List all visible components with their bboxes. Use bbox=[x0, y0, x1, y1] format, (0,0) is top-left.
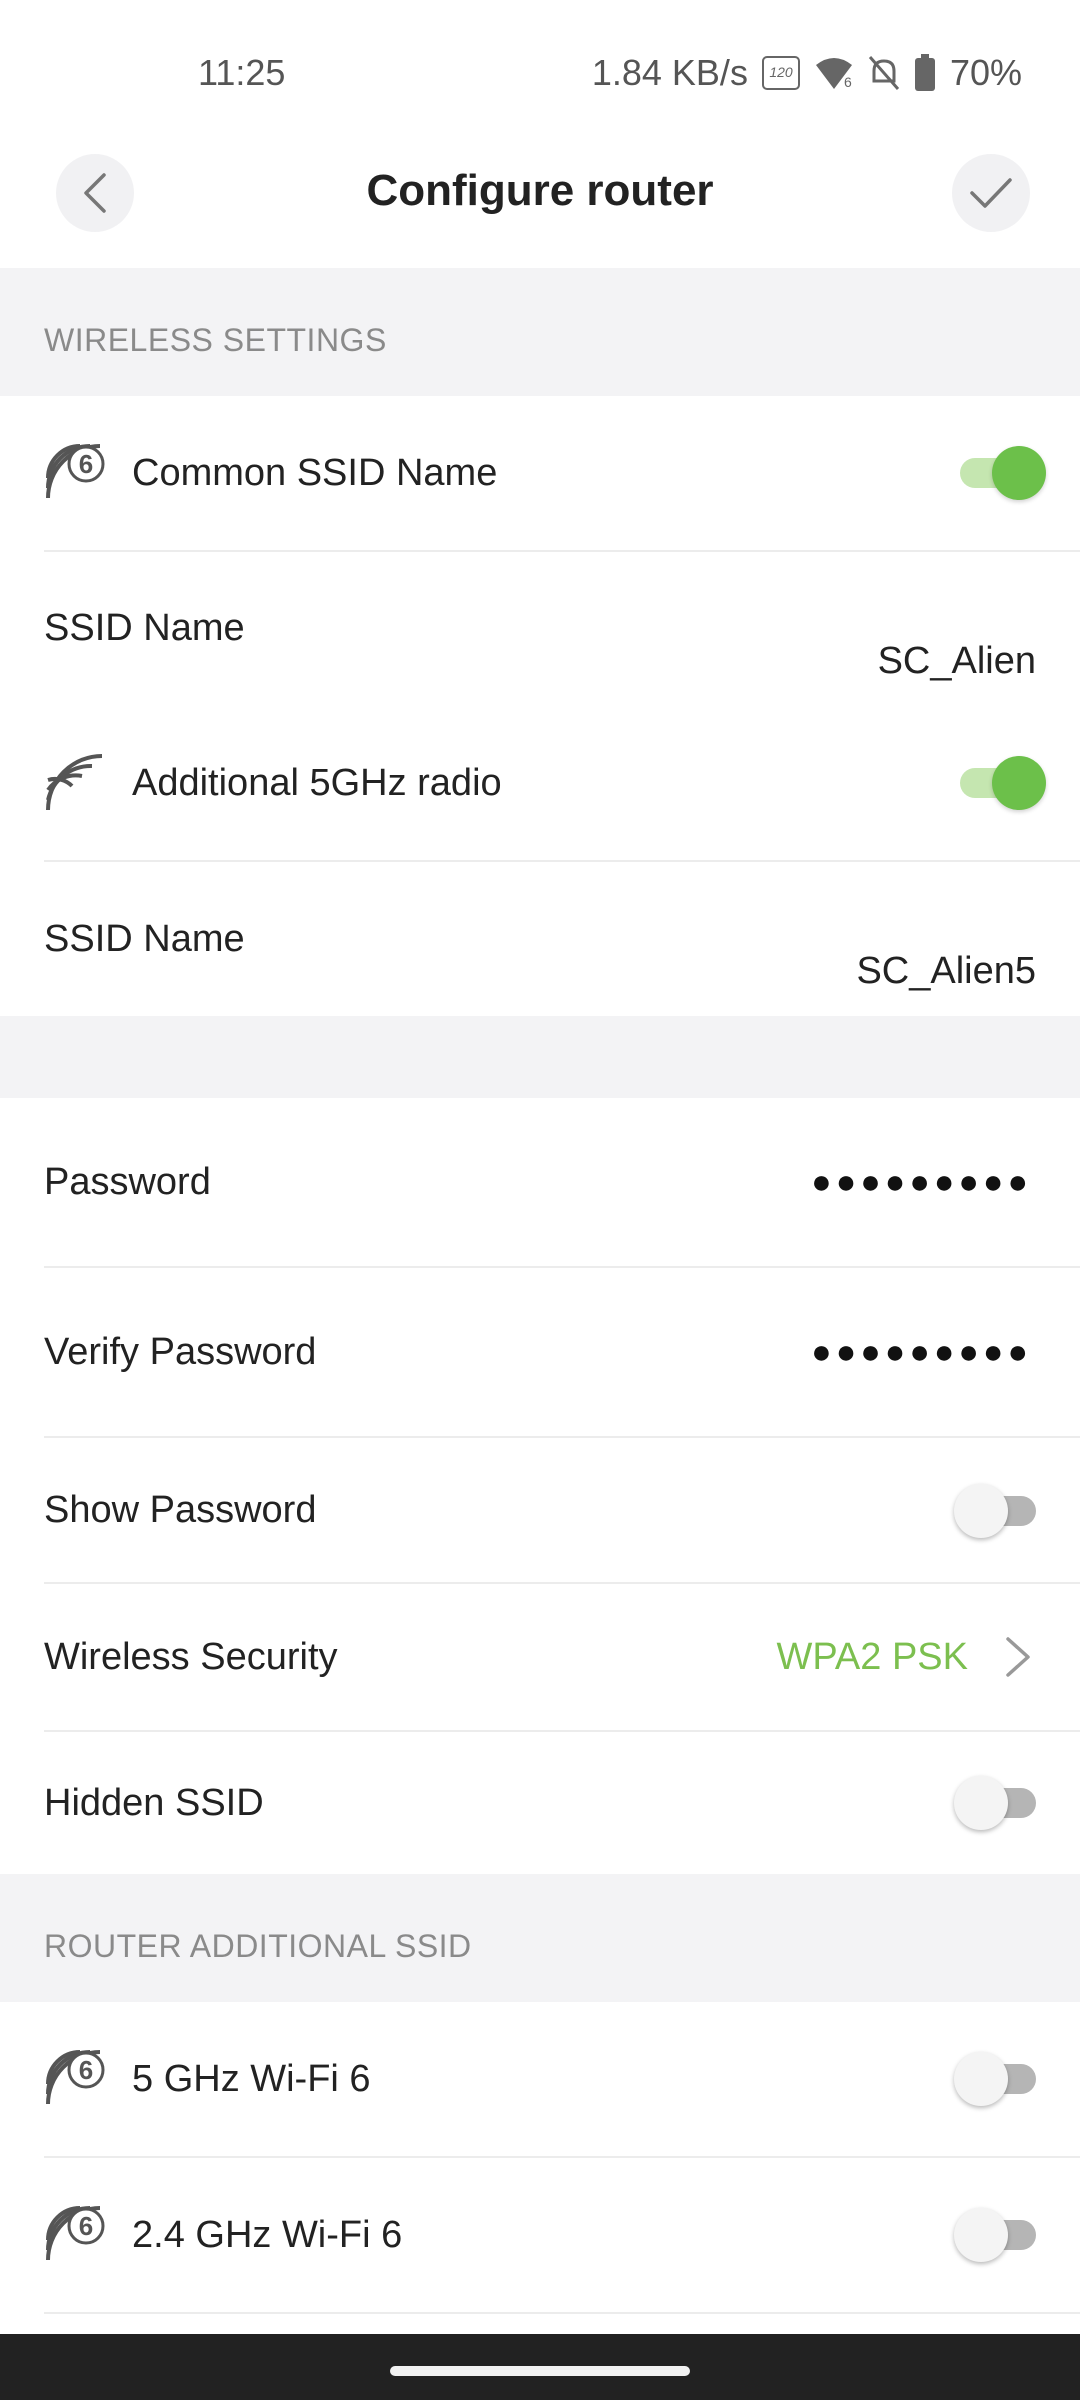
verify-password-field[interactable]: ●●●●●●●●● bbox=[811, 1333, 1032, 1372]
refresh-rate-icon: 120 bbox=[761, 56, 800, 90]
hidden-ssid-toggle[interactable] bbox=[954, 1772, 1046, 1832]
status-indicators: 1.84 KB/s 120 6 70% bbox=[592, 52, 1022, 94]
battery-level: 70% bbox=[949, 52, 1022, 93]
show-password-row: Show Password bbox=[0, 1438, 1080, 1582]
section-header-additional-ssid: ROUTER ADDITIONAL SSID bbox=[0, 1874, 1080, 2002]
additional-5g-row: Additional 5GHz radio bbox=[0, 706, 1080, 860]
section-spacer bbox=[0, 1016, 1080, 1098]
svg-text:6: 6 bbox=[79, 2211, 93, 2241]
section-header-wireless: WIRELESS SETTINGS bbox=[0, 268, 1080, 396]
svg-text:120: 120 bbox=[769, 64, 793, 80]
notifications-off-icon bbox=[868, 55, 900, 91]
show-password-toggle[interactable] bbox=[954, 1480, 1046, 1540]
password-label: Password bbox=[44, 1160, 211, 1203]
password-row[interactable]: Password ●●●●●●●●● bbox=[0, 1098, 1080, 1266]
wireless-settings-card: 6 Common SSID Name SSID Name SC_Alien Ad… bbox=[0, 396, 1080, 1016]
app-bar: Configure router bbox=[0, 120, 1080, 268]
ssid-name-value[interactable]: SC_Alien bbox=[878, 640, 1036, 683]
wifi6-5g-row: 6 5 GHz Wi-Fi 6 bbox=[0, 2002, 1080, 2156]
ssid5-name-label: SSID Name bbox=[44, 917, 245, 960]
wifi6-24g-toggle[interactable] bbox=[954, 2204, 1046, 2264]
network-speed: 1.84 KB/s bbox=[591, 52, 748, 93]
battery-icon bbox=[914, 54, 936, 92]
verify-password-label: Verify Password bbox=[44, 1330, 317, 1373]
system-navigation-bar bbox=[0, 2334, 1080, 2400]
ssid5-name-row[interactable]: SSID Name SC_Alien5 bbox=[0, 862, 1080, 1016]
save-button[interactable] bbox=[952, 154, 1030, 232]
status-time: 11:25 bbox=[198, 52, 286, 93]
page-title: Configure router bbox=[366, 166, 714, 215]
security-card: Password ●●●●●●●●● Verify Password ●●●●●… bbox=[0, 1098, 1080, 1874]
wifi6-24g-label: 2.4 GHz Wi-Fi 6 bbox=[132, 2213, 403, 2256]
wireless-security-row[interactable]: Wireless Security WPA2 PSK bbox=[0, 1584, 1080, 1730]
common-ssid-row: 6 Common SSID Name bbox=[0, 396, 1080, 550]
wifi-signal-icon bbox=[46, 754, 103, 811]
verify-password-row[interactable]: Verify Password ●●●●●●●●● bbox=[0, 1268, 1080, 1436]
check-icon bbox=[970, 178, 1012, 208]
additional-ssid-card: 6 5 GHz Wi-Fi 6 6 2.4 GHz Wi-Fi 6 bbox=[0, 2002, 1080, 2334]
wifi6-icon: 6 bbox=[46, 2206, 105, 2261]
svg-text:6: 6 bbox=[79, 449, 93, 479]
svg-text:6: 6 bbox=[79, 2055, 93, 2085]
section-title: WIRELESS SETTINGS bbox=[44, 322, 387, 358]
chevron-right-icon bbox=[1006, 1637, 1030, 1677]
common-ssid-toggle[interactable] bbox=[954, 442, 1046, 502]
hidden-ssid-label: Hidden SSID bbox=[44, 1781, 264, 1824]
home-gesture-handle[interactable] bbox=[390, 2366, 690, 2376]
ssid5-name-value[interactable]: SC_Alien5 bbox=[856, 950, 1036, 993]
ssid-name-label: SSID Name bbox=[44, 606, 245, 649]
divider bbox=[44, 2312, 1080, 2314]
svg-text:6: 6 bbox=[844, 74, 852, 90]
wifi6-24g-row: 6 2.4 GHz Wi-Fi 6 bbox=[0, 2158, 1080, 2312]
show-password-label: Show Password bbox=[44, 1488, 317, 1531]
wifi6-icon: 6 bbox=[46, 444, 105, 499]
wireless-security-value: WPA2 PSK bbox=[776, 1635, 968, 1678]
wifi6-5g-label: 5 GHz Wi-Fi 6 bbox=[132, 2057, 371, 2100]
hidden-ssid-row: Hidden SSID bbox=[0, 1732, 1080, 1874]
wifi6-5g-toggle[interactable] bbox=[954, 2048, 1046, 2108]
additional-5g-toggle[interactable] bbox=[954, 752, 1046, 812]
additional-5g-label: Additional 5GHz radio bbox=[132, 761, 502, 804]
wifi6-icon: 6 bbox=[46, 2050, 105, 2105]
wireless-security-label: Wireless Security bbox=[44, 1635, 338, 1678]
common-ssid-label: Common SSID Name bbox=[132, 451, 498, 494]
password-field[interactable]: ●●●●●●●●● bbox=[811, 1163, 1032, 1202]
wifi6-status-icon: 6 bbox=[814, 55, 854, 91]
ssid-name-row[interactable]: SSID Name SC_Alien bbox=[0, 552, 1080, 704]
section-title: ROUTER ADDITIONAL SSID bbox=[44, 1928, 472, 1964]
